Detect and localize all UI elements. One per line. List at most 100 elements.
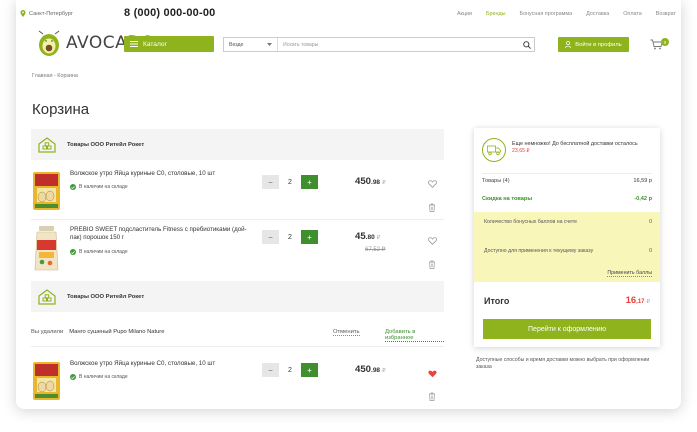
decrease-qty-button[interactable]: −: [262, 363, 279, 377]
promo-amount: 23,65 ₽: [512, 148, 530, 154]
city-selector[interactable]: Санкт-Петербург: [20, 10, 73, 17]
price-main: 450: [355, 176, 372, 187]
cart-item: Волжское утро Яйца куриные С0, столовые,…: [31, 166, 444, 221]
availability-status: В наличии на складе: [70, 249, 128, 255]
phone-number[interactable]: 8 (000) 000-00-00: [124, 7, 215, 19]
bonus-label: Количество бонусных баллов на счете: [484, 219, 578, 225]
divider: [482, 173, 652, 174]
search-scope-select[interactable]: Везде: [224, 38, 278, 51]
checkout-button[interactable]: Перейти к оформлению: [483, 319, 651, 339]
undo-remove-link[interactable]: Отменить: [333, 329, 360, 336]
check-icon: [70, 374, 76, 380]
menu-icon: [130, 41, 138, 47]
availability-label: В наличии на складе: [79, 374, 128, 380]
seller-name: Товары ООО Ритейл Рокет: [67, 141, 145, 148]
check-icon: [70, 184, 76, 190]
top-link-brands[interactable]: Бренды: [486, 11, 506, 17]
increase-qty-button[interactable]: +: [301, 363, 318, 377]
apply-bonus-link[interactable]: Применить баллы: [607, 270, 652, 277]
delete-button[interactable]: [428, 388, 436, 406]
quantity-stepper: − 2 +: [262, 230, 318, 244]
search-input[interactable]: Искать товары: [278, 42, 520, 48]
heart-filled-icon: [428, 370, 437, 378]
bonus-panel: Количество бонусных баллов на счете 0 До…: [474, 212, 660, 282]
total-value: 16,17 ₽: [626, 295, 650, 306]
goods-row: Товары (4) 16,59 р: [482, 178, 652, 184]
delivery-note: Доступные способы и время доставки можно…: [476, 357, 650, 370]
availability-label: В наличии на складе: [79, 249, 128, 255]
availability-label: В наличии на складе: [79, 184, 128, 190]
product-name[interactable]: PREBIO SWEET подсластитель Fitness с пре…: [70, 226, 255, 242]
trash-icon: [429, 260, 435, 269]
delivery-truck-icon: [482, 138, 506, 162]
top-link-returns[interactable]: Возврат: [656, 11, 676, 17]
favorite-button[interactable]: [428, 175, 437, 193]
item-price: 450.98 ₽: [355, 364, 386, 375]
search-bar: Везде Искать товары: [223, 37, 535, 52]
discount-value: -0,42 р: [634, 196, 652, 202]
product-name[interactable]: Волжское утро Яйца куриные С0, столовые,…: [70, 360, 255, 368]
warehouse-icon: [37, 135, 57, 155]
order-summary: Еще немножко! До бесплатной доставки ост…: [474, 128, 660, 347]
discount-row: Скидка на товары -0,42 р: [482, 196, 652, 202]
location-pin-icon: [20, 10, 26, 17]
delete-button[interactable]: [428, 256, 436, 274]
cart-count-badge: 0: [661, 38, 669, 46]
removed-prefix: Вы удалили: [31, 329, 64, 335]
promo-text-block: Еще немножко! До бесплатной доставки ост…: [512, 141, 638, 155]
trash-icon: [429, 392, 435, 401]
search-button[interactable]: [520, 40, 534, 49]
quantity-value[interactable]: 2: [279, 179, 301, 186]
quantity-stepper: − 2 +: [262, 363, 318, 377]
available-bonus-row: Доступно для применения к текущему заказ…: [484, 248, 652, 255]
check-icon: [70, 249, 76, 255]
increase-qty-button[interactable]: +: [301, 230, 318, 244]
page-title: Корзина: [32, 101, 90, 118]
favorite-button[interactable]: [428, 365, 437, 383]
item-price: 450.98 ₽: [355, 176, 386, 187]
top-link-delivery[interactable]: Доставка: [586, 11, 609, 17]
top-link-bonus[interactable]: Бонусная программа: [520, 11, 573, 17]
price-kop: .80: [365, 234, 375, 241]
seller-header: Товары ООО Ритейл Рокет: [31, 129, 444, 160]
product-image[interactable]: [33, 226, 60, 271]
old-price: 67.52 ₽: [365, 247, 386, 253]
top-link-payment[interactable]: Оплата: [623, 11, 642, 17]
breadcrumb[interactable]: Главная - Корзина: [32, 73, 78, 79]
goods-value: 16,59 р: [633, 178, 652, 184]
removed-item-notice: Вы удалили Манго сушеный Pupo Milano Natu…: [31, 329, 444, 342]
item-price: 45.80 ₽: [355, 231, 380, 242]
price-kop: .98: [371, 367, 381, 374]
heart-outline-icon: [428, 237, 437, 245]
add-to-favorites-link[interactable]: Добавить в избранное: [385, 329, 444, 342]
top-link-promotions[interactable]: Акции: [457, 11, 472, 17]
product-image[interactable]: [33, 170, 60, 212]
increase-qty-button[interactable]: +: [301, 175, 318, 189]
divider: [31, 346, 444, 347]
total-currency: ₽: [646, 299, 651, 305]
cart-item: PREBIO SWEET подсластитель Fitness с пре…: [31, 222, 444, 277]
login-label: Войти в профиль: [575, 41, 622, 48]
divider: [31, 219, 444, 220]
decrease-qty-button[interactable]: −: [262, 175, 279, 189]
delete-button[interactable]: [428, 199, 436, 217]
decrease-qty-button[interactable]: −: [262, 230, 279, 244]
quantity-value[interactable]: 2: [279, 234, 301, 241]
favorite-button[interactable]: [428, 232, 437, 250]
login-button[interactable]: Войти в профиль: [558, 37, 629, 52]
price-kop: .98: [371, 179, 381, 186]
catalog-button[interactable]: Каталог: [124, 36, 214, 52]
quantity-value[interactable]: 2: [279, 367, 301, 374]
city-label: Санкт-Петербург: [29, 10, 73, 17]
availability-status: В наличии на складе: [70, 374, 128, 380]
seller-name: Товары ООО Ритейл Рокет: [67, 293, 145, 300]
price-main: 45: [355, 231, 366, 242]
product-name[interactable]: Волжское утро Яйца куриные С0, столовые,…: [70, 170, 255, 178]
promo-text: Еще немножко! До бесплатной доставки ост…: [512, 141, 638, 147]
price-main: 450: [355, 364, 372, 375]
free-delivery-promo: Еще немножко! До бесплатной доставки ост…: [482, 138, 652, 168]
product-image[interactable]: [33, 360, 60, 402]
bonus-value: 0: [649, 219, 652, 225]
seller-header: Товары ООО Ритейл Рокет: [31, 281, 444, 312]
price-currency: ₽: [382, 180, 386, 186]
